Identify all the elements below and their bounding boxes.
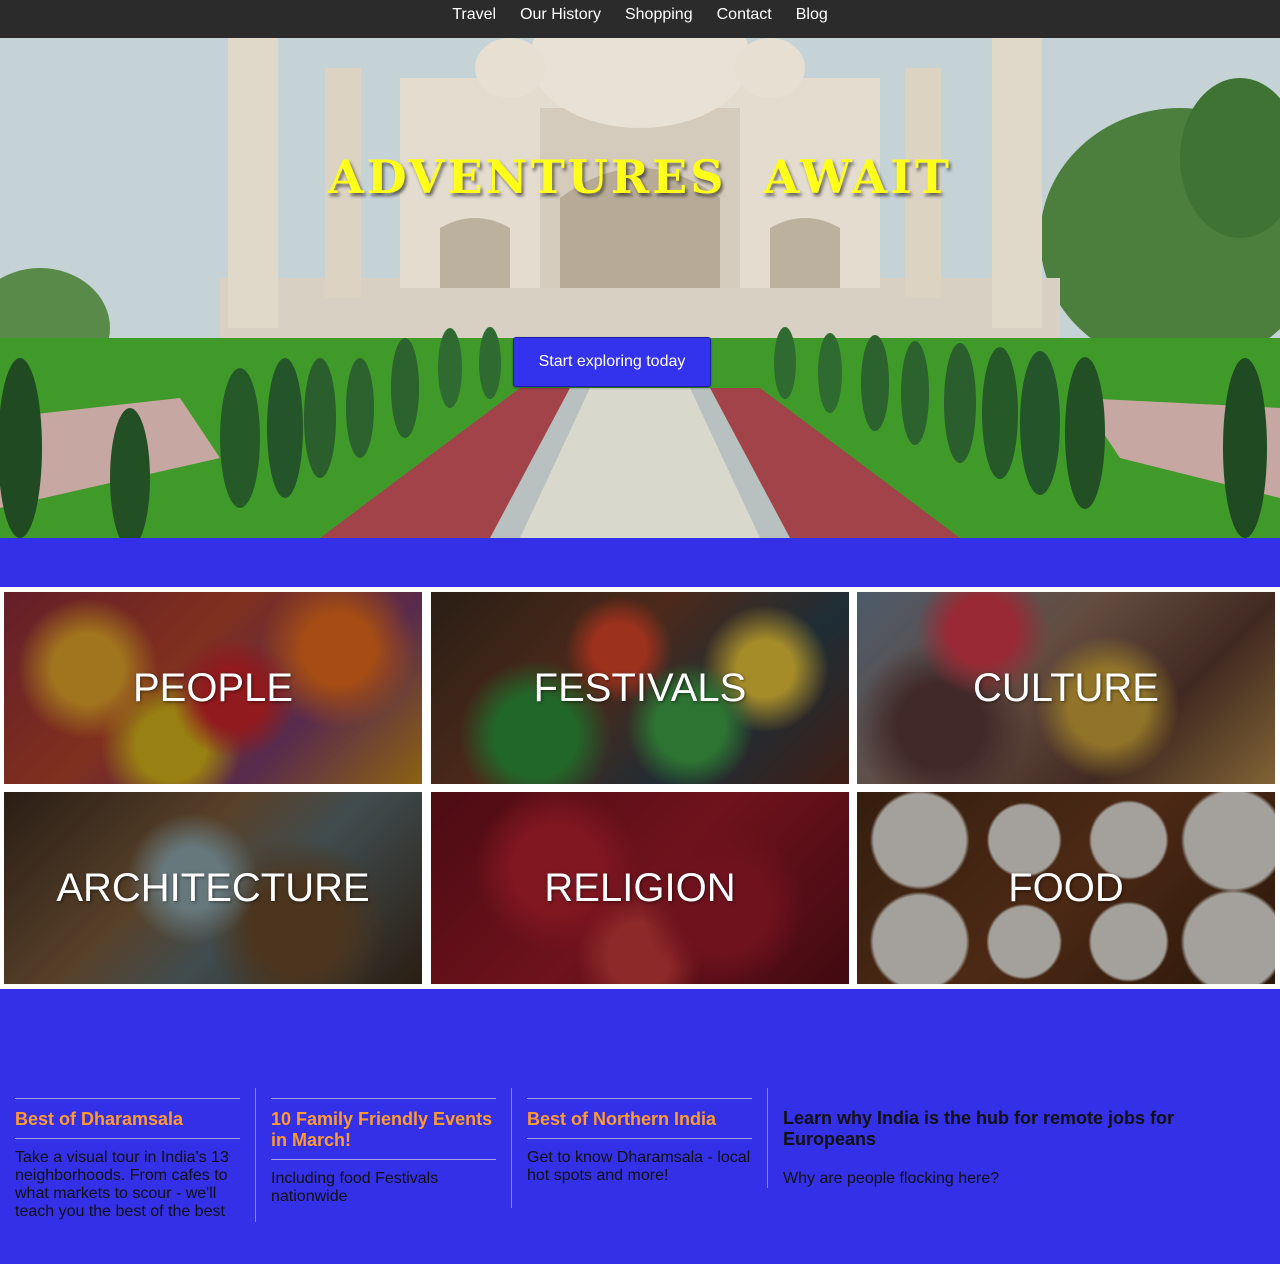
tile-festivals[interactable]: FESTIVALS bbox=[431, 592, 849, 784]
tile-culture[interactable]: CULTURE bbox=[857, 592, 1275, 784]
article-heading[interactable]: Learn why India is the hub for remote jo… bbox=[783, 1108, 1243, 1150]
nav-item-blog[interactable]: Blog bbox=[796, 0, 828, 30]
category-grid: PEOPLE FESTIVALS CULTURE ARCHITECTURE RE… bbox=[0, 587, 1280, 989]
tile-architecture[interactable]: ARCHITECTURE bbox=[4, 792, 422, 984]
tile-food[interactable]: FOOD bbox=[857, 792, 1275, 984]
article-title-link[interactable]: 10 Family Friendly Events in March! bbox=[271, 1098, 496, 1160]
top-nav: Travel Our History Shopping Contact Blog bbox=[0, 0, 1280, 38]
hero-banner: ADVENTURES AWAIT Start exploring today bbox=[0, 38, 1280, 538]
article-card: 10 Family Friendly Events in March! Incl… bbox=[271, 1088, 496, 1206]
tile-label: RELIGION bbox=[544, 865, 736, 910]
nav-item-contact[interactable]: Contact bbox=[717, 0, 772, 30]
tile-label: FESTIVALS bbox=[533, 665, 747, 710]
tile-label: FOOD bbox=[1008, 865, 1124, 910]
tile-label: ARCHITECTURE bbox=[56, 865, 370, 910]
tile-religion[interactable]: RELIGION bbox=[431, 792, 849, 984]
taj-mahal-image bbox=[0, 38, 1280, 538]
tile-label: PEOPLE bbox=[132, 665, 294, 710]
tile-label: CULTURE bbox=[973, 665, 1159, 710]
article-card: Best of Northern India Get to know Dhara… bbox=[527, 1088, 752, 1185]
article-card: Learn why India is the hub for remote jo… bbox=[783, 1088, 1243, 1188]
article-card: Best of Dharamsala Take a visual tour in… bbox=[15, 1088, 240, 1221]
column-divider bbox=[255, 1088, 256, 1222]
column-divider bbox=[767, 1088, 768, 1188]
nav-item-travel[interactable]: Travel bbox=[452, 0, 496, 30]
article-summary: Including food Festivals nationwide bbox=[271, 1170, 439, 1205]
tile-people[interactable]: PEOPLE bbox=[4, 592, 422, 784]
nav-item-shopping[interactable]: Shopping bbox=[625, 0, 693, 30]
article-title-link[interactable]: Best of Dharamsala bbox=[15, 1098, 240, 1139]
article-summary: Get to know Dharamsala - local hot spots… bbox=[527, 1149, 751, 1184]
hero-title: ADVENTURES AWAIT bbox=[328, 150, 952, 204]
article-summary: Why are people flocking here? bbox=[783, 1170, 1000, 1187]
column-divider bbox=[511, 1088, 512, 1208]
start-exploring-button[interactable]: Start exploring today bbox=[513, 337, 711, 387]
article-summary: Take a visual tour in India's 13 neighbo… bbox=[15, 1149, 229, 1220]
nav-item-our-history[interactable]: Our History bbox=[520, 0, 601, 30]
article-title-link[interactable]: Best of Northern India bbox=[527, 1098, 752, 1139]
articles-section: Best of Dharamsala Take a visual tour in… bbox=[0, 1088, 1280, 1264]
